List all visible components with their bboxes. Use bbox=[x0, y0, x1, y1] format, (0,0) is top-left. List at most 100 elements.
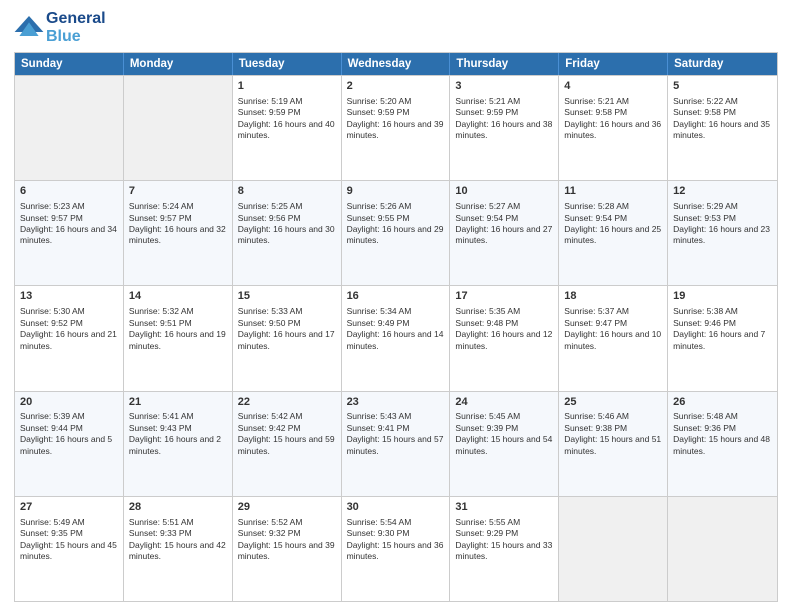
sunset-label: Sunset: 9:36 PM bbox=[673, 423, 736, 433]
daylight-label: Daylight: 16 hours and 14 minutes. bbox=[347, 329, 444, 350]
day-number: 20 bbox=[20, 395, 118, 410]
sunrise-label: Sunrise: 5:38 AM bbox=[673, 306, 738, 316]
sunset-label: Sunset: 9:54 PM bbox=[564, 213, 627, 223]
day-number: 27 bbox=[20, 500, 118, 515]
daylight-label: Daylight: 15 hours and 57 minutes. bbox=[347, 434, 444, 455]
logo: General Blue bbox=[14, 10, 106, 46]
day-number: 1 bbox=[238, 79, 336, 94]
header: General Blue bbox=[14, 10, 778, 46]
sunset-label: Sunset: 9:41 PM bbox=[347, 423, 410, 433]
sunset-label: Sunset: 9:43 PM bbox=[129, 423, 192, 433]
sunrise-label: Sunrise: 5:52 AM bbox=[238, 517, 303, 527]
day-14: 14Sunrise: 5:32 AMSunset: 9:51 PMDayligh… bbox=[124, 286, 233, 390]
sunset-label: Sunset: 9:59 PM bbox=[238, 107, 301, 117]
daylight-label: Daylight: 15 hours and 48 minutes. bbox=[673, 434, 770, 455]
sunset-label: Sunset: 9:49 PM bbox=[347, 318, 410, 328]
sunrise-label: Sunrise: 5:26 AM bbox=[347, 201, 412, 211]
day-11: 11Sunrise: 5:28 AMSunset: 9:54 PMDayligh… bbox=[559, 181, 668, 285]
sunrise-label: Sunrise: 5:45 AM bbox=[455, 411, 520, 421]
header-day-friday: Friday bbox=[559, 53, 668, 75]
day-10: 10Sunrise: 5:27 AMSunset: 9:54 PMDayligh… bbox=[450, 181, 559, 285]
sunset-label: Sunset: 9:39 PM bbox=[455, 423, 518, 433]
day-number: 21 bbox=[129, 395, 227, 410]
sunrise-label: Sunrise: 5:33 AM bbox=[238, 306, 303, 316]
day-number: 2 bbox=[347, 79, 445, 94]
sunrise-label: Sunrise: 5:34 AM bbox=[347, 306, 412, 316]
day-number: 18 bbox=[564, 289, 662, 304]
daylight-label: Daylight: 16 hours and 19 minutes. bbox=[129, 329, 226, 350]
sunset-label: Sunset: 9:47 PM bbox=[564, 318, 627, 328]
header-day-thursday: Thursday bbox=[450, 53, 559, 75]
empty-cell bbox=[559, 497, 668, 601]
week-row-4: 20Sunrise: 5:39 AMSunset: 9:44 PMDayligh… bbox=[15, 391, 777, 496]
daylight-label: Daylight: 16 hours and 34 minutes. bbox=[20, 224, 117, 245]
week-row-5: 27 Sunrise: 5:49 AMSunset: 9:35 PM Dayligh… bbox=[15, 496, 777, 601]
day-number: 23 bbox=[347, 395, 445, 410]
sunset-label: Sunset: 9:55 PM bbox=[347, 213, 410, 223]
daylight-label: Daylight: 15 hours and 36 minutes. bbox=[347, 540, 444, 561]
logo-text: General Blue bbox=[46, 10, 106, 46]
daylight-label: Daylight: 15 hours and 45 minutes. bbox=[20, 540, 117, 561]
sunset-label: Sunset: 9:46 PM bbox=[673, 318, 736, 328]
header-day-wednesday: Wednesday bbox=[342, 53, 451, 75]
sunrise-label: Sunrise: 5:20 AM bbox=[347, 96, 412, 106]
day-18: 18Sunrise: 5:37 AMSunset: 9:47 PMDayligh… bbox=[559, 286, 668, 390]
sunrise-label: Sunrise: 5:49 AM bbox=[20, 517, 85, 527]
day-24: 24Sunrise: 5:45 AMSunset: 9:39 PMDayligh… bbox=[450, 392, 559, 496]
daylight-label: Daylight: 16 hours and 12 minutes. bbox=[455, 329, 552, 350]
day-number: 24 bbox=[455, 395, 553, 410]
sunset-label: Sunset: 9:48 PM bbox=[455, 318, 518, 328]
empty-cell bbox=[668, 497, 777, 601]
sunrise-label: Sunrise: 5:48 AM bbox=[673, 411, 738, 421]
day-27: 27 Sunrise: 5:49 AMSunset: 9:35 PM Dayligh… bbox=[15, 497, 124, 601]
sunrise-label: Sunrise: 5:55 AM bbox=[455, 517, 520, 527]
day-number: 22 bbox=[238, 395, 336, 410]
sunrise-label: Sunrise: 5:32 AM bbox=[129, 306, 194, 316]
sunrise-label: Sunrise: 5:43 AM bbox=[347, 411, 412, 421]
sunrise-label: Sunrise: 5:27 AM bbox=[455, 201, 520, 211]
day-number: 29 bbox=[238, 500, 336, 515]
day-number: 28 bbox=[129, 500, 227, 515]
day-23: 23Sunrise: 5:43 AM Sunset: 9:41 PMDayligh… bbox=[342, 392, 451, 496]
daylight-label: Daylight: 16 hours and 25 minutes. bbox=[564, 224, 661, 245]
daylight-label: Daylight: 16 hours and 17 minutes. bbox=[238, 329, 335, 350]
sunrise-label: Sunrise: 5:25 AM bbox=[238, 201, 303, 211]
sunset-label: Sunset: 9:50 PM bbox=[238, 318, 301, 328]
sunset-label: Sunset: 9:59 PM bbox=[455, 107, 518, 117]
daylight-label: Daylight: 15 hours and 33 minutes. bbox=[455, 540, 552, 561]
sunset-label: Sunset: 9:32 PM bbox=[238, 528, 301, 538]
sunset-label: Sunset: 9:35 PM bbox=[20, 528, 83, 538]
week-row-2: 6Sunrise: 5:23 AMSunset: 9:57 PMDaylight… bbox=[15, 180, 777, 285]
sunrise-label: Sunrise: 5:19 AM bbox=[238, 96, 303, 106]
day-number: 10 bbox=[455, 184, 553, 199]
sunset-label: Sunset: 9:52 PM bbox=[20, 318, 83, 328]
header-day-saturday: Saturday bbox=[668, 53, 777, 75]
sunrise-label: Sunrise: 5:42 AM bbox=[238, 411, 303, 421]
sunset-label: Sunset: 9:51 PM bbox=[129, 318, 192, 328]
sunrise-label: Sunrise: 5:35 AM bbox=[455, 306, 520, 316]
calendar-header: SundayMondayTuesdayWednesdayThursdayFrid… bbox=[15, 53, 777, 75]
day-15: 15 Sunrise: 5:33 AM Sunset: 9:50 PMDayligh… bbox=[233, 286, 342, 390]
day-4: 4Sunrise: 5:21 AMSunset: 9:58 PMDaylight… bbox=[559, 76, 668, 180]
day-6: 6Sunrise: 5:23 AMSunset: 9:57 PMDaylight… bbox=[15, 181, 124, 285]
sunrise-label: Sunrise: 5:54 AM bbox=[347, 517, 412, 527]
day-number: 15 bbox=[238, 289, 336, 304]
day-number: 13 bbox=[20, 289, 118, 304]
header-day-sunday: Sunday bbox=[15, 53, 124, 75]
sunset-label: Sunset: 9:54 PM bbox=[455, 213, 518, 223]
daylight-label: Daylight: 16 hours and 23 minutes. bbox=[673, 224, 770, 245]
sunrise-label: Sunrise: 5:28 AM bbox=[564, 201, 629, 211]
daylight-label: Daylight: 15 hours and 51 minutes. bbox=[564, 434, 661, 455]
day-number: 19 bbox=[673, 289, 772, 304]
sunrise-label: Sunrise: 5:21 AM bbox=[564, 96, 629, 106]
empty-cell bbox=[124, 76, 233, 180]
header-day-monday: Monday bbox=[124, 53, 233, 75]
sunrise-label: Sunrise: 5:51 AM bbox=[129, 517, 194, 527]
sunset-label: Sunset: 9:33 PM bbox=[129, 528, 192, 538]
day-number: 16 bbox=[347, 289, 445, 304]
sunset-label: Sunset: 9:42 PM bbox=[238, 423, 301, 433]
day-19: 19Sunrise: 5:38 AMSunset: 9:46 PMDayligh… bbox=[668, 286, 777, 390]
daylight-label: Daylight: 15 hours and 42 minutes. bbox=[129, 540, 226, 561]
day-number: 9 bbox=[347, 184, 445, 199]
page: General Blue SundayMondayTuesdayWednesda… bbox=[0, 0, 792, 612]
